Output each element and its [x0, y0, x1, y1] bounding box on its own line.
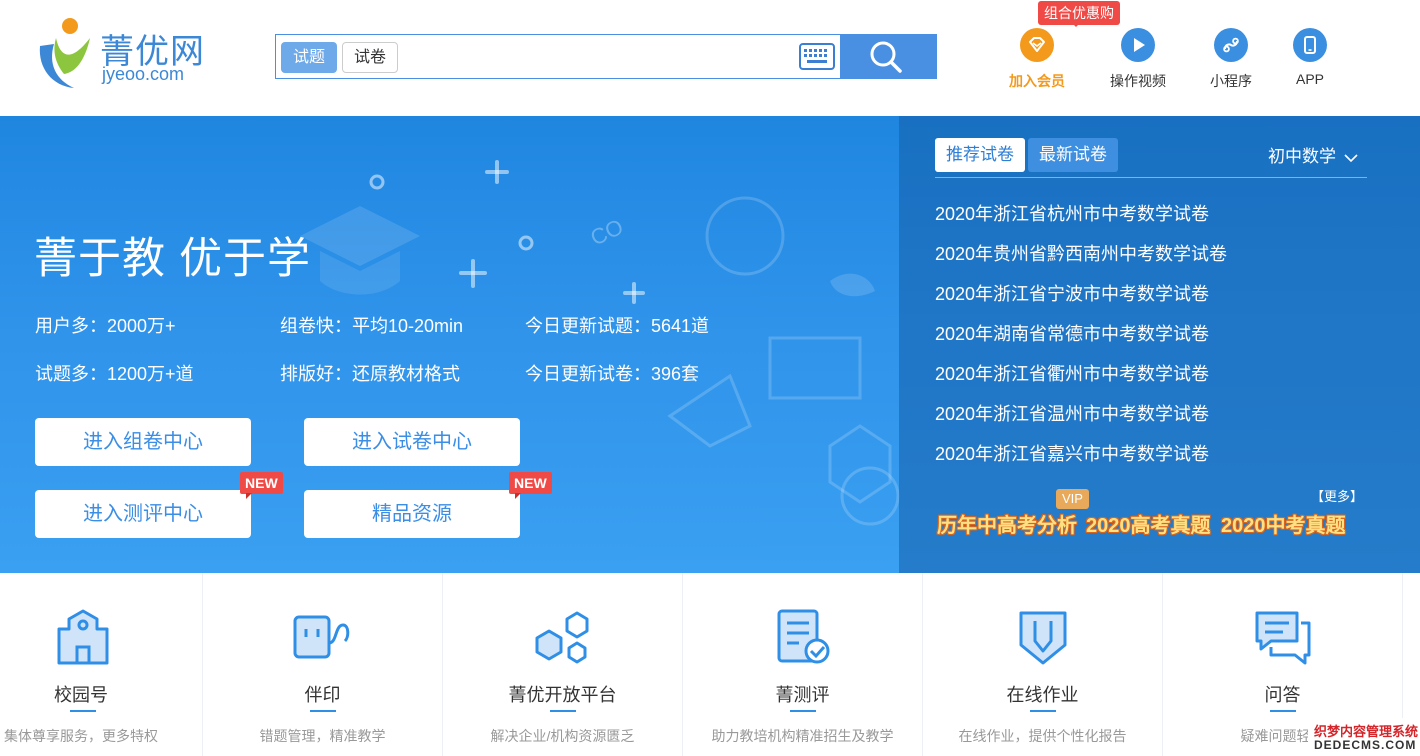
- jyeoo-logo[interactable]: 菁优网 jyeoo.com: [34, 16, 214, 92]
- feature-banyin[interactable]: 伴印 错题管理，精准教学: [203, 573, 443, 756]
- nav-label: 小程序: [1210, 73, 1252, 89]
- feature-online-homework[interactable]: 在线作业 在线作业，提供个性化报告: [923, 573, 1163, 756]
- stat-users: 用户多：2000万+: [35, 316, 176, 336]
- gaokao-2020-link[interactable]: 2020高考真题: [1086, 509, 1211, 538]
- feature-title: 在线作业: [1006, 685, 1079, 705]
- feature-assessment[interactable]: 菁测评 助力教培机构精准招生及教学: [683, 573, 923, 756]
- search-icon: [870, 41, 902, 73]
- checklist-icon: [777, 609, 830, 664]
- dedecms-watermark: 织梦内容管理系统 DEDECMS.COM: [1308, 718, 1420, 756]
- stat-questions: 试题多：1200万+道: [35, 364, 194, 384]
- search-tab-questions[interactable]: 试题: [281, 42, 338, 73]
- site-header: 菁优网 jyeoo.com 试题 试卷 组合优惠购 加入会员 操作视频 小程序 …: [0, 0, 1420, 116]
- feature-underline: [310, 710, 336, 712]
- paper-center-button[interactable]: 进入试卷中心: [304, 418, 520, 466]
- tab-recommended-papers[interactable]: 推荐试卷: [935, 138, 1025, 172]
- feature-campus[interactable]: 校园号 集体尊享服务，更多特权: [0, 573, 203, 756]
- feature-title: 伴印: [304, 685, 341, 705]
- subject-selector[interactable]: 初中数学: [1268, 142, 1358, 167]
- premium-resources-button[interactable]: 精品资源: [304, 490, 520, 538]
- feature-desc: 在线作业，提供个性化报告: [958, 728, 1127, 744]
- feature-title: 菁优开放平台: [508, 685, 617, 705]
- paper-link[interactable]: 2020年浙江省温州市中考数学试卷: [935, 400, 1209, 426]
- chat-icon: [1255, 611, 1311, 665]
- keyboard-icon[interactable]: [799, 43, 835, 70]
- nav-label: 加入会员: [1009, 73, 1065, 89]
- search-box: 试题 试卷: [275, 34, 937, 79]
- paper-panel: 推荐试卷 最新试卷 初中数学 2020年浙江省杭州市中考数学试卷 2020年贵州…: [899, 116, 1420, 573]
- paper-link[interactable]: 2020年浙江省嘉兴市中考数学试卷: [935, 440, 1209, 466]
- paper-link[interactable]: 2020年浙江省杭州市中考数学试卷: [935, 200, 1209, 226]
- stat-compose-speed: 组卷快：平均10-20min: [280, 316, 464, 336]
- new-badge: NEW: [509, 472, 552, 499]
- pencil-icon: [1019, 611, 1067, 665]
- combo-discount-badge[interactable]: 组合优惠购: [1038, 1, 1120, 27]
- tab-latest-papers[interactable]: 最新试卷: [1028, 138, 1118, 172]
- feature-desc: 集体尊享服务，更多特权: [4, 728, 158, 744]
- logo-text-en: jyeoo.com: [102, 64, 185, 84]
- svg-text:CO: CO: [587, 214, 627, 251]
- feature-underline: [1030, 710, 1056, 712]
- feature-underline: [790, 710, 816, 712]
- zhongkao-2020-link[interactable]: 2020中考真题: [1221, 509, 1346, 538]
- vip-diamond-icon: [1029, 37, 1045, 52]
- hero-banner: CO 菁于教 优于学 用户多：2000万+ 组卷快：平均10-20min 今日更…: [0, 116, 1420, 573]
- chevron-down-icon: [1344, 153, 1358, 162]
- exam-analysis-link[interactable]: 历年中高考分析: [937, 509, 1077, 538]
- stat-layout: 排版好：还原教材格式: [280, 364, 460, 384]
- nav-app[interactable]: APP: [1270, 28, 1350, 87]
- feature-underline: [70, 710, 96, 712]
- nav-label: 操作视频: [1110, 73, 1166, 89]
- assessment-center-button[interactable]: 进入测评中心: [35, 490, 251, 538]
- feature-title: 校园号: [54, 685, 108, 705]
- feature-desc: 错题管理，精准教学: [259, 728, 386, 744]
- paper-link[interactable]: 2020年湖南省常德市中考数学试卷: [935, 320, 1209, 346]
- watermark-line2: DEDECMS.COM: [1314, 738, 1417, 752]
- feature-underline: [550, 710, 576, 712]
- subject-label: 初中数学: [1268, 147, 1336, 166]
- feature-underline: [1270, 710, 1296, 712]
- more-link[interactable]: 【更多】: [1311, 486, 1363, 505]
- vip-tag: VIP: [1056, 489, 1089, 509]
- feature-title: 菁测评: [775, 685, 830, 705]
- mini-program-icon: [1223, 37, 1239, 53]
- play-icon: [1134, 38, 1145, 52]
- panel-divider: [935, 177, 1367, 178]
- nav-operation-video[interactable]: 操作视频: [1098, 28, 1178, 91]
- feature-title: 问答: [1264, 685, 1301, 705]
- paper-link[interactable]: 2020年浙江省衢州市中考数学试卷: [935, 360, 1209, 386]
- search-button[interactable]: [840, 34, 937, 79]
- school-icon: [57, 609, 109, 665]
- feature-desc: 助力教培机构精准招生及教学: [711, 728, 894, 744]
- hexagons-icon: [535, 611, 589, 664]
- paper-link[interactable]: 2020年贵州省黔西南州中考数学试卷: [935, 240, 1227, 266]
- new-badge: NEW: [240, 472, 283, 499]
- stat-today-questions: 今日更新试题：5641道: [525, 316, 710, 336]
- logo-mark-icon: [39, 18, 90, 88]
- nav-label: APP: [1295, 71, 1324, 87]
- hero-slogan: 菁于教 优于学: [34, 235, 311, 283]
- stat-today-papers: 今日更新试卷：396套: [525, 364, 700, 384]
- printer-icon: [293, 615, 350, 659]
- feature-desc: 解决企业/机构资源匮乏: [490, 728, 635, 744]
- feature-open-platform[interactable]: 菁优开放平台 解决企业/机构资源匮乏: [443, 573, 683, 756]
- phone-icon: [1304, 36, 1316, 54]
- feature-row: 校园号 集体尊享服务，更多特权 伴印 错题管理，精准教学 菁优开放平台 解决企业…: [0, 573, 1420, 756]
- nav-join-vip[interactable]: 加入会员: [997, 28, 1077, 91]
- search-tab-papers[interactable]: 试卷: [342, 42, 399, 73]
- paper-link[interactable]: 2020年浙江省宁波市中考数学试卷: [935, 280, 1209, 306]
- nav-mini-program[interactable]: 小程序: [1191, 28, 1271, 91]
- compose-center-button[interactable]: 进入组卷中心: [35, 418, 251, 466]
